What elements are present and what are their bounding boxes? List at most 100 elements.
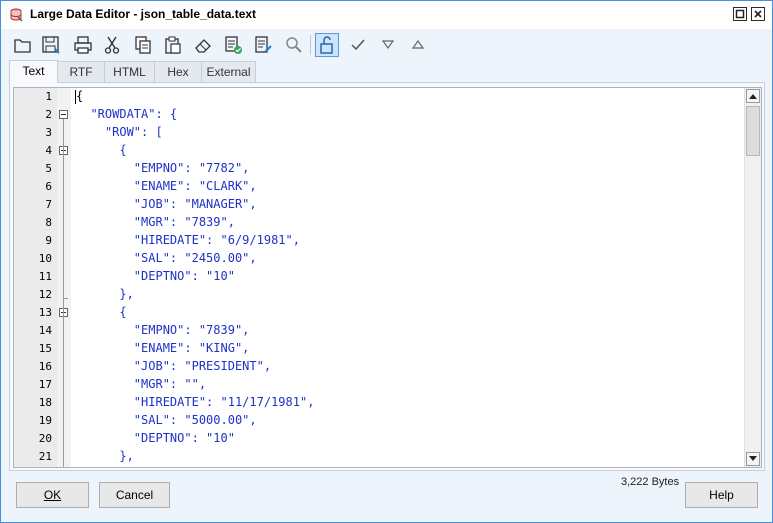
editor-line: 6 "ENAME": "CLARK", (14, 178, 754, 196)
code-text: "SAL": "5000.00", (76, 413, 257, 427)
text-editor[interactable]: 1{2 "ROWDATA": {3 "ROW": [4 {5 "EMPNO": … (13, 87, 762, 468)
code-text: "JOB": "PRESIDENT", (76, 359, 272, 373)
code-text: "MGR": "", (76, 377, 207, 391)
edit-document-icon[interactable] (251, 33, 275, 57)
editor-line: 20 "DEPTNO": "10" (14, 430, 754, 448)
editor-line: 19 "SAL": "5000.00", (14, 412, 754, 430)
line-number: 2 (45, 108, 52, 121)
search-icon[interactable] (282, 33, 306, 57)
code-text: "EMPNO": "7782", (76, 161, 250, 175)
unlock-icon[interactable] (315, 33, 339, 57)
editor-line: 12 }, (14, 286, 754, 304)
help-button-label: Help (709, 488, 734, 502)
code-text: { (76, 89, 84, 103)
open-folder-icon[interactable] (11, 33, 35, 57)
line-number: 9 (45, 234, 52, 247)
editor-line: 14 "EMPNO": "7839", (14, 322, 754, 340)
editor-line: 15 "ENAME": "KING", (14, 340, 754, 358)
scroll-thumb[interactable] (746, 106, 760, 156)
copy-icon[interactable] (131, 33, 155, 57)
code-text: }, (76, 287, 134, 301)
line-number: 13 (38, 306, 52, 319)
editor-line: 10 "SAL": "2450.00", (14, 250, 754, 268)
cancel-button-label: Cancel (115, 488, 154, 502)
fold-end-marker (63, 298, 68, 299)
code-text: "HIREDATE": "11/17/1981", (76, 395, 315, 409)
tab-rtf[interactable]: RTF (57, 61, 105, 82)
code-text: "MGR": "7839", (76, 215, 235, 229)
cancel-button[interactable]: Cancel (99, 482, 170, 508)
eraser-icon[interactable] (191, 33, 215, 57)
editor-line: 16 "JOB": "PRESIDENT", (14, 358, 754, 376)
editor-line: 4 { (14, 142, 754, 160)
byte-count: 3,222 Bytes (621, 476, 680, 488)
line-number: 6 (45, 180, 52, 193)
code-text: "SAL": "2450.00", (76, 251, 257, 265)
code-text: "JOB": "MANAGER", (76, 197, 257, 211)
tab-external[interactable]: External (201, 61, 256, 82)
editor-line: 3 "ROW": [ (14, 124, 754, 142)
code-text: { (76, 143, 127, 157)
line-number: 11 (38, 270, 52, 283)
editor-line: 2 "ROWDATA": { (14, 106, 754, 124)
line-number: 17 (38, 378, 52, 391)
editor-line: 13 { (14, 304, 754, 322)
scroll-up-button[interactable] (746, 89, 760, 103)
save-icon[interactable] (39, 33, 63, 57)
arrow-up-icon[interactable] (406, 33, 430, 57)
window-title: Large Data Editor - json_table_data.text (30, 7, 257, 21)
line-number: 5 (45, 162, 52, 175)
fold-guide-line (63, 317, 64, 467)
editor-line: 8 "MGR": "7839", (14, 214, 754, 232)
line-number: 18 (38, 396, 52, 409)
vertical-scrollbar[interactable] (744, 88, 761, 467)
line-number: 1 (45, 90, 52, 103)
tab-text[interactable]: Text (9, 60, 58, 83)
editor-line: 18 "HIREDATE": "11/17/1981", (14, 394, 754, 412)
code-text: "DEPTNO": "10" (76, 431, 235, 445)
line-number: 19 (38, 414, 52, 427)
help-button[interactable]: Help (685, 482, 758, 508)
code-text: "ENAME": "KING", (76, 341, 250, 355)
editor-line: 11 "DEPTNO": "10" (14, 268, 754, 286)
arrow-down-icon[interactable] (376, 33, 400, 57)
fold-toggle-icon[interactable] (59, 110, 68, 119)
editor-line: 17 "MGR": "", (14, 376, 754, 394)
line-number: 4 (45, 144, 52, 157)
cut-icon[interactable] (100, 33, 124, 57)
fold-guide-line (63, 155, 64, 290)
line-number: 21 (38, 450, 52, 463)
code-text: "ENAME": "CLARK", (76, 179, 257, 193)
line-number: 20 (38, 432, 52, 445)
maximize-button[interactable] (733, 7, 747, 21)
code-text: }, (76, 449, 134, 463)
code-text: { (76, 305, 127, 319)
line-number: 3 (45, 126, 52, 139)
scroll-down-button[interactable] (746, 452, 760, 466)
code-text: "ROWDATA": { (76, 107, 178, 121)
line-number: 10 (38, 252, 52, 265)
ok-button[interactable]: OK (16, 482, 89, 508)
checkmark-icon[interactable] (346, 33, 370, 57)
editor-line: 5 "EMPNO": "7782", (14, 160, 754, 178)
tab-hex[interactable]: Hex (154, 61, 202, 82)
line-number: 14 (38, 324, 52, 337)
editor-line: 21 }, (14, 448, 754, 466)
print-icon[interactable] (71, 33, 95, 57)
code-text: "ROW": [ (76, 125, 163, 139)
toolbar (1, 30, 772, 60)
editor-line: 9 "HIREDATE": "6/9/1981", (14, 232, 754, 250)
close-button[interactable] (751, 7, 765, 21)
code-text: "HIREDATE": "6/9/1981", (76, 233, 300, 247)
line-number: 16 (38, 360, 52, 373)
tab-html[interactable]: HTML (104, 61, 155, 82)
editor-line: 7 "JOB": "MANAGER", (14, 196, 754, 214)
ok-button-label: OK (43, 488, 62, 502)
validate-document-icon[interactable] (221, 33, 245, 57)
line-number: 7 (45, 198, 52, 211)
toolbar-separator (310, 35, 311, 55)
editor-window: Large Data Editor - json_table_data.text (0, 0, 773, 523)
code-text: "DEPTNO": "10" (76, 269, 235, 283)
paste-icon[interactable] (161, 33, 185, 57)
database-icon (8, 7, 24, 23)
